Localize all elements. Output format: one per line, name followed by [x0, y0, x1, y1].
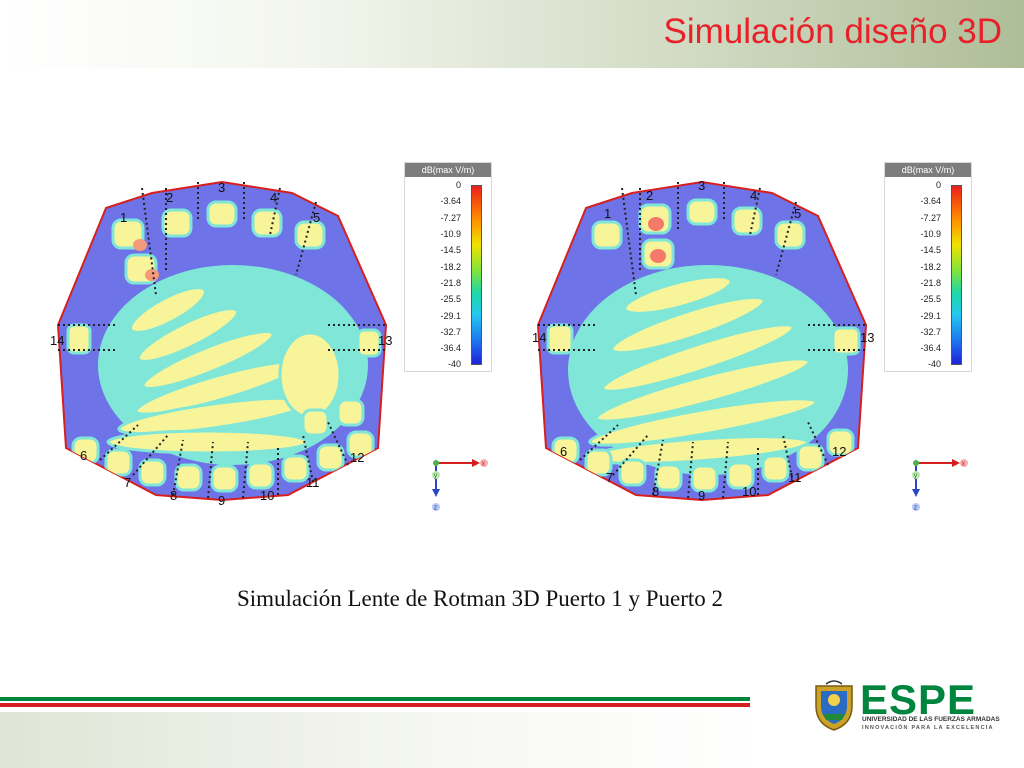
- port-label-13: 13: [860, 330, 874, 345]
- port-label-10: 10: [742, 484, 756, 499]
- port-label-3: 3: [698, 178, 705, 193]
- scale-tick: -10.9: [920, 229, 941, 239]
- scale-tick: -3.64: [920, 196, 941, 206]
- scale-tick: 0: [455, 180, 461, 190]
- scale-tick: -14.5: [440, 245, 461, 255]
- scale-tick: -7.27: [440, 213, 461, 223]
- scale-tick: -7.27: [920, 213, 941, 223]
- rotman-lens-field-plot: 1 2 3 4 5 6 7 8 9 10 11 12 13 14: [532, 178, 874, 503]
- port-label-12: 12: [832, 444, 846, 459]
- logo-university-name: UNIVERSIDAD DE LAS FUERZAS ARMADAS: [862, 716, 1000, 723]
- port-label-11: 11: [306, 475, 320, 490]
- color-scale-header: dB(max V/m): [885, 163, 971, 177]
- university-crest-icon: [815, 680, 853, 731]
- port-label-3: 3: [218, 180, 225, 195]
- espe-logo: ESPE UNIVERSIDAD DE LAS FUERZAS ARMADAS …: [812, 676, 1002, 738]
- port-label-12: 12: [350, 450, 364, 465]
- scale-tick: 0: [935, 180, 941, 190]
- port-label-8: 8: [652, 484, 659, 499]
- scale-tick: -3.64: [440, 196, 461, 206]
- scale-tick: -21.8: [920, 278, 941, 288]
- port-label-7: 7: [606, 470, 613, 485]
- port-label-1: 1: [604, 206, 611, 221]
- slide-title: Simulación diseño 3D: [663, 12, 1002, 51]
- scale-tick: -40: [927, 359, 941, 369]
- port-label-14: 14: [50, 333, 64, 348]
- port-label-8: 8: [170, 488, 177, 503]
- axes-orientation-icon: x y z: [912, 459, 968, 512]
- port-label-5: 5: [313, 210, 320, 225]
- port-label-14: 14: [532, 330, 546, 345]
- port-label-4: 4: [750, 188, 757, 203]
- port-label-6: 6: [80, 448, 87, 463]
- scale-tick: -32.7: [440, 327, 461, 337]
- scale-tick: -36.4: [440, 343, 461, 353]
- port-label-9: 9: [698, 488, 705, 503]
- scale-tick: -10.9: [440, 229, 461, 239]
- scale-tick: -29.1: [440, 311, 461, 321]
- scale-tick: -18.2: [440, 262, 461, 272]
- rotman-lens-field-plot: 1 2 3 4 5 6 7 8 9 10 11 12 13 14: [50, 180, 392, 508]
- scale-tick: -36.4: [920, 343, 941, 353]
- simulation-panel-port-1: 1 2 3 4 5 6 7 8 9 10 11 12 13 14 dB(max …: [48, 160, 508, 520]
- scale-tick: -29.1: [920, 311, 941, 321]
- port-label-9: 9: [218, 493, 225, 508]
- port-label-1: 1: [120, 210, 127, 225]
- port-label-2: 2: [646, 188, 653, 203]
- port-label-10: 10: [260, 488, 274, 503]
- port-label-13: 13: [378, 333, 392, 348]
- axis-y-label: y: [914, 473, 918, 480]
- scale-tick: -25.5: [920, 294, 941, 304]
- logo-motto: INNOVACIÓN PARA LA EXCELENCIA: [862, 725, 994, 731]
- scale-tick: -40: [447, 359, 461, 369]
- scale-tick: -14.5: [920, 245, 941, 255]
- port-label-11: 11: [788, 470, 802, 485]
- axis-z-label: z: [914, 505, 918, 512]
- scale-tick: -32.7: [920, 327, 941, 337]
- axes-orientation-icon: x y z: [432, 459, 488, 512]
- scale-tick: -21.8: [440, 278, 461, 288]
- scale-tick: -25.5: [440, 294, 461, 304]
- port-label-4: 4: [270, 190, 277, 205]
- figure-caption: Simulación Lente de Rotman 3D Puerto 1 y…: [236, 586, 724, 611]
- axis-y-label: y: [434, 473, 438, 480]
- port-label-2: 2: [166, 190, 173, 205]
- axis-z-label: z: [434, 505, 438, 512]
- simulation-panel-port-2: 1 2 3 4 5 6 7 8 9 10 11 12 13 14 dB(max …: [528, 160, 988, 520]
- port-label-7: 7: [124, 475, 131, 490]
- color-scale-legend: dB(max V/m) 0 -3.64 -7.27 -10.9 -14.5 -1…: [884, 162, 972, 372]
- color-scale-legend: dB(max V/m) 0 -3.64 -7.27 -10.9 -14.5 -1…: [404, 162, 492, 372]
- port-label-6: 6: [560, 444, 567, 459]
- color-scale-gradient: [951, 185, 962, 365]
- axis-x-label: x: [962, 461, 966, 468]
- port-label-5: 5: [794, 206, 801, 221]
- color-scale-gradient: [471, 185, 482, 365]
- footer-stripes: [0, 697, 750, 707]
- color-scale-header: dB(max V/m): [405, 163, 491, 177]
- scale-tick: -18.2: [920, 262, 941, 272]
- axis-x-label: x: [482, 461, 486, 468]
